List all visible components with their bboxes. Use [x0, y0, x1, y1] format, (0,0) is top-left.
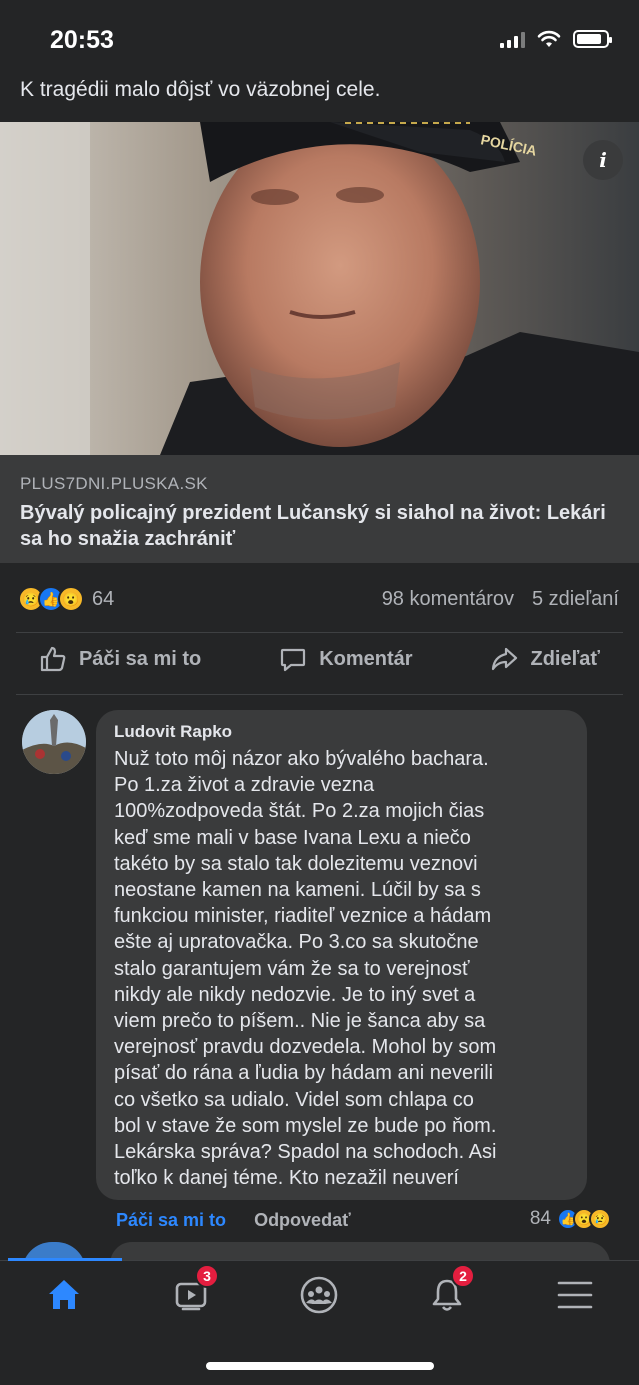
battery-icon — [573, 30, 612, 48]
divider — [16, 694, 623, 695]
comment-reactions[interactable]: 84 👍 😮 😢 — [529, 1208, 611, 1230]
comment-actions: Páči sa mi to Odpovedať — [116, 1210, 351, 1231]
wow-reaction-icon: 😮 — [58, 586, 84, 612]
thumbs-up-icon — [40, 646, 66, 672]
like-button[interactable]: Páči sa mi to — [39, 645, 201, 673]
portrait-illustration: POLÍCIA — [0, 122, 639, 455]
share-label: Zdieľať — [530, 647, 601, 670]
home-icon — [49, 1280, 79, 1309]
notifications-badge: 2 — [451, 1264, 475, 1288]
nav-groups[interactable] — [289, 1272, 349, 1318]
post-actions: Páči sa mi to Komentár Zdieľať — [0, 645, 639, 673]
nav-menu[interactable] — [545, 1272, 605, 1318]
comments-count[interactable]: 98 komentárov — [382, 588, 514, 611]
link-title[interactable]: Bývalý policajný prezident Lučanský si s… — [20, 500, 630, 552]
info-button[interactable]: i — [583, 140, 623, 180]
like-label: Páči sa mi to — [78, 647, 202, 670]
post-text: K tragédii malo dôjsť vo väzobnej cele. — [20, 78, 381, 101]
nav-home[interactable] — [34, 1272, 94, 1318]
cellular-signal-icon — [500, 31, 525, 48]
comment-button[interactable]: Komentár — [279, 645, 413, 673]
reaction-count: 64 — [92, 587, 115, 610]
engagement-counts: 98 komentárov 5 zdieľaní — [382, 588, 619, 611]
status-time: 20:53 — [50, 26, 114, 54]
sad-reaction-icon: 😢 — [589, 1208, 611, 1230]
avatar-image — [22, 710, 86, 774]
comment-author[interactable]: Ludovit Rapko — [114, 722, 569, 742]
wifi-icon — [537, 30, 561, 47]
commenter-avatar[interactable] — [22, 710, 86, 774]
comment-text: Nuž toto môj názor ako bývalého bachara.… — [114, 748, 497, 1190]
comment-label: Komentár — [319, 647, 413, 670]
watch-badge: 3 — [195, 1264, 219, 1288]
comment-icon — [281, 648, 306, 672]
comment-bubble[interactable]: Ludovit Rapko Nuž toto môj názor ako býv… — [96, 710, 587, 1200]
active-tab-indicator — [8, 1258, 122, 1261]
divider — [16, 632, 623, 633]
status-icons — [500, 30, 612, 48]
comment-like-button[interactable]: Páči sa mi to — [116, 1210, 226, 1231]
link-preview-image[interactable]: POLÍCIA — [0, 122, 639, 455]
comment-reaction-count: 84 — [529, 1208, 551, 1229]
menu-icon — [557, 1281, 593, 1309]
home-indicator[interactable] — [206, 1362, 434, 1370]
share-icon — [492, 647, 518, 671]
comment-reply-button[interactable]: Odpovedať — [254, 1210, 351, 1231]
reaction-summary[interactable]: 😢 👍 😮 64 — [18, 586, 114, 612]
shares-count[interactable]: 5 zdieľaní — [532, 588, 619, 611]
nav-watch[interactable]: 3 — [161, 1264, 221, 1318]
share-button[interactable]: Zdieľať — [490, 645, 600, 673]
groups-icon — [300, 1276, 338, 1314]
nav-notifications[interactable]: 2 — [417, 1264, 477, 1318]
link-domain: PLUS7DNI.PLUSKA.SK — [20, 474, 208, 493]
